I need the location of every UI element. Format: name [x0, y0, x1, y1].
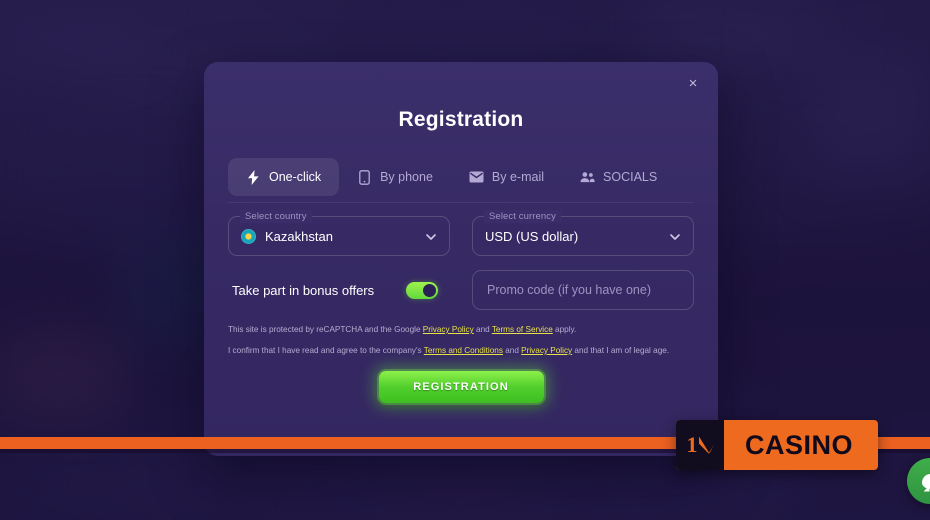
selection-fields-row: Select country Kazakhstan Select currenc… — [228, 210, 694, 256]
registration-button[interactable]: REGISTRATION — [378, 370, 544, 403]
terms-and-conditions-link[interactable]: Terms and Conditions — [424, 346, 503, 355]
tab-by-email[interactable]: By e-mail — [451, 158, 562, 196]
bonus-promo-row: Take part in bonus offers — [228, 270, 694, 310]
privacy-policy-link[interactable]: Privacy Policy — [521, 346, 572, 355]
country-column: Select country Kazakhstan — [228, 210, 450, 256]
consent-notice: I confirm that I have read and agree to … — [228, 345, 694, 357]
bonus-column: Take part in bonus offers — [228, 270, 450, 310]
recaptcha-notice: This site is protected by reCAPTCHA and … — [228, 324, 694, 336]
promo-code-field[interactable] — [472, 270, 694, 310]
bonus-offers-label: Take part in bonus offers — [232, 282, 375, 298]
casino-logo-mark-icon: 1 — [676, 420, 724, 470]
chevron-down-icon — [669, 230, 681, 242]
bonus-offers-toggle[interactable] — [406, 281, 438, 299]
page-title: Registration — [398, 108, 524, 131]
tab-label: By e-mail — [491, 170, 545, 184]
casino-logo-checkmark-icon — [699, 437, 714, 454]
registration-modal: × Registration One-click By phone By e-m… — [204, 62, 718, 456]
currency-select[interactable]: Select currency USD (US dollar) — [472, 210, 694, 256]
casino-logo-mark-text: 1 — [686, 432, 698, 457]
close-icon[interactable]: × — [682, 72, 704, 94]
currency-select-legend: Select currency — [484, 210, 561, 223]
recaptcha-text-2: and — [473, 325, 492, 334]
bonus-offers-row: Take part in bonus offers — [228, 270, 450, 310]
promo-column — [472, 270, 694, 310]
chevron-down-icon — [425, 230, 437, 242]
tab-one-click[interactable]: One-click — [228, 158, 340, 196]
currency-select-value: USD (US dollar) — [485, 228, 579, 244]
tab-label: One-click — [269, 170, 322, 184]
country-select-value: Kazakhstan — [265, 228, 333, 244]
consent-text-2: and — [502, 345, 522, 355]
tab-socials[interactable]: SOCIALS — [562, 158, 675, 196]
consent-text-3: and that I am of legal age. — [572, 345, 670, 355]
tab-label: SOCIALS — [603, 170, 658, 184]
envelope-icon — [469, 170, 484, 185]
google-terms-of-service-link[interactable]: Terms of Service — [492, 325, 553, 334]
phone-icon — [357, 169, 372, 185]
divider — [228, 202, 694, 203]
country-select-legend: Select country — [240, 210, 312, 223]
recaptcha-text-3: apply. — [552, 325, 577, 334]
registration-method-tabs: One-click By phone By e-mail SOCIALS — [228, 158, 694, 203]
lightning-bolt-icon — [246, 169, 261, 185]
casino-logo-wordmark: CASINO — [744, 429, 853, 460]
google-privacy-policy-link[interactable]: Privacy Policy — [423, 325, 474, 334]
submit-row: REGISTRATION — [204, 370, 718, 403]
casino-logo: 1 CASINO — [676, 420, 878, 470]
tab-by-phone[interactable]: By phone — [339, 158, 451, 196]
people-icon — [580, 170, 595, 185]
consent-text-1: I confirm that I have read and agree to … — [228, 345, 424, 355]
legal-text: This site is protected by reCAPTCHA and … — [228, 324, 694, 357]
country-select[interactable]: Select country Kazakhstan — [228, 210, 450, 256]
kazakhstan-flag-icon — [241, 228, 256, 244]
promo-code-input[interactable] — [487, 283, 679, 297]
toggle-knob — [423, 283, 436, 297]
chat-bubble-icon — [921, 473, 930, 489]
recaptcha-text-1: This site is protected by reCAPTCHA and … — [228, 325, 423, 334]
screen: × Registration One-click By phone By e-m… — [0, 0, 930, 520]
tab-label: By phone — [380, 170, 433, 184]
currency-column: Select currency USD (US dollar) — [472, 210, 694, 256]
